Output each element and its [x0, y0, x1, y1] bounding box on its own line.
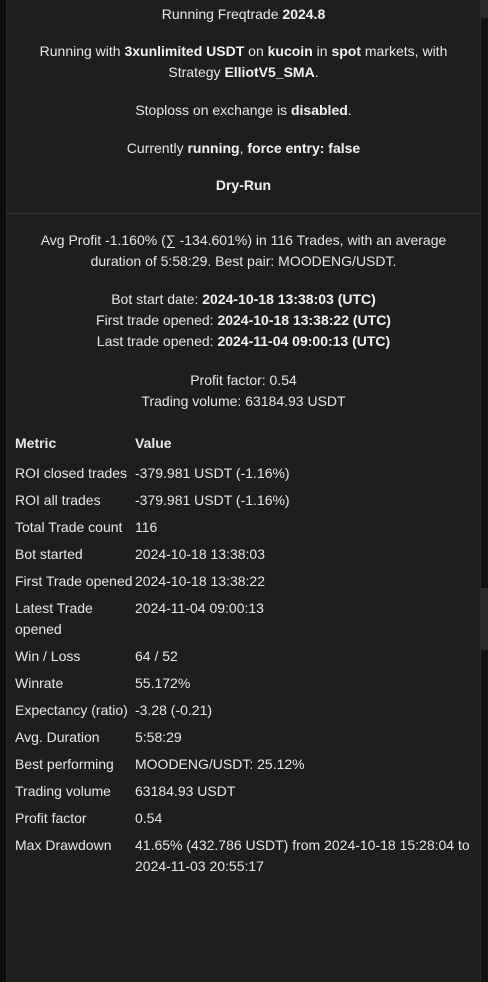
table-row: Max Drawdown 41.65% (432.786 USDT) from … [15, 832, 480, 880]
value-cell: 2024-10-18 13:38:03 [135, 546, 265, 562]
table-row: Profit factor 0.54 [15, 805, 480, 832]
scrollbar-track[interactable] [481, 0, 488, 982]
text-on: on [244, 43, 268, 59]
bot-start-date: Bot start date: 2024-10-18 13:38:03 (UTC… [7, 289, 480, 310]
exchange-value: kucoin [267, 43, 313, 59]
table-row: Latest Trade opened 2024-11-04 09:00:13 [15, 595, 480, 643]
table-row: Winrate 55.172% [15, 670, 480, 697]
value-cell: 2024-10-18 13:38:22 [135, 573, 265, 589]
metric-cell: ROI all trades [15, 492, 101, 508]
metrics-table: Metric Value ROI closed trades -379.981 … [15, 431, 480, 880]
scrollbar-segment [481, 0, 488, 18]
value-cell: 41.65% (432.786 USDT) from 2024-10-18 15… [135, 837, 470, 874]
metric-cell: Max Drawdown [15, 837, 112, 853]
column-header-value: Value [135, 435, 172, 451]
profit-factor-line: Profit factor: 0.54 [190, 372, 297, 388]
table-row: Avg. Duration 5:58:29 [15, 724, 480, 751]
bot-start-label: Bot start date: [111, 291, 203, 307]
metric-cell: Winrate [15, 675, 64, 691]
avg-profit-line-1: Avg Profit -1.160% (∑ -134.601%) in 116 … [40, 232, 447, 248]
value-cell: -379.981 USDT (-1.16%) [135, 465, 290, 481]
table-row: ROI closed trades -379.981 USDT (-1.16%) [15, 460, 480, 487]
dry-run-badge: Dry-Run [215, 177, 272, 193]
text-in: in [312, 43, 332, 59]
scrollbar-thumb[interactable] [481, 588, 488, 650]
strategy-suffix: . [314, 64, 319, 80]
stake-prefix: Running with [39, 43, 125, 59]
metric-cell: Total Trade count [15, 519, 123, 535]
running-prefix: Running Freqtrade [161, 6, 283, 22]
metric-cell: Win / Loss [15, 648, 81, 664]
state-line: Currently running, force entry: false [7, 138, 480, 159]
value-cell: 55.172% [135, 675, 191, 691]
avg-profit-line-2: duration of 5:58:29. Best pair: MOODENG/… [90, 253, 397, 269]
last-trade-value: 2024-11-04 09:00:13 (UTC) [217, 333, 391, 349]
table-row: Trading volume 63184.93 USDT [15, 778, 480, 805]
version-line: Running Freqtrade 2024.8 [7, 4, 480, 25]
value-cell: MOODENG/USDT: 25.12% [135, 756, 305, 772]
stoploss-prefix: Stoploss on exchange is [135, 102, 291, 118]
first-trade-value: 2024-10-18 13:38:22 (UTC) [217, 312, 391, 328]
stoploss-line: Stoploss on exchange is disabled. [7, 100, 480, 121]
column-header-metric: Metric [15, 435, 57, 451]
table-row: Total Trade count 116 [15, 514, 480, 541]
table-row: Expectancy (ratio) -3.28 (-0.21) [15, 697, 480, 724]
value-cell: 5:58:29 [135, 729, 182, 745]
metric-cell: Avg. Duration [15, 729, 100, 745]
first-trade-label: First trade opened: [96, 312, 218, 328]
stake-line: Running with 3xunlimited USDT on kucoin … [7, 41, 480, 62]
stoploss-suffix: . [347, 102, 352, 118]
metric-cell: Best performing [15, 756, 114, 772]
mode-line: Dry-Run [7, 175, 480, 196]
value-cell: -3.28 (-0.21) [135, 702, 213, 718]
value-cell: 64 / 52 [135, 648, 178, 664]
value-cell: -379.981 USDT (-1.16%) [135, 492, 290, 508]
market-value: spot [331, 43, 361, 59]
metric-cell: Trading volume [15, 783, 111, 799]
value-cell: 2024-11-04 09:00:13 [135, 600, 264, 616]
state-prefix: Currently [126, 140, 188, 156]
last-trade-label: Last trade opened: [96, 333, 218, 349]
value-cell: 63184.93 USDT [135, 783, 236, 799]
metric-cell: Profit factor [15, 810, 87, 826]
stoploss-value: disabled [290, 102, 348, 118]
table-row: ROI all trades -379.981 USDT (-1.16%) [15, 487, 480, 514]
bot-status-panel: Running Freqtrade 2024.8 Running with 3x… [6, 0, 481, 982]
table-row: First Trade opened 2024-10-18 13:38:22 [15, 568, 480, 595]
metric-cell: Bot started [15, 546, 83, 562]
force-entry-value: force entry: false [247, 140, 361, 156]
metric-cell: Expectancy (ratio) [15, 702, 128, 718]
divider [7, 213, 480, 214]
strategy-prefix: Strategy [168, 64, 225, 80]
bot-start-value: 2024-10-18 13:38:03 (UTC) [202, 291, 376, 307]
last-trade-opened: Last trade opened: 2024-11-04 09:00:13 (… [7, 331, 480, 352]
strategy-line: Strategy ElliotV5_SMA. [7, 62, 480, 83]
state-value: running [187, 140, 240, 156]
value-cell: 0.54 [135, 810, 163, 826]
table-row: Bot started 2024-10-18 13:38:03 [15, 541, 480, 568]
value-cell: 116 [135, 519, 158, 535]
trading-volume-line: Trading volume: 63184.93 USDT [141, 393, 346, 409]
metric-cell: Latest Trade opened [15, 600, 93, 637]
metric-cell: ROI closed trades [15, 465, 128, 481]
first-trade-opened: First trade opened: 2024-10-18 13:38:22 … [7, 310, 480, 331]
table-header-row: Metric Value [15, 431, 480, 460]
table-row: Win / Loss 64 / 52 [15, 643, 480, 670]
metric-cell: First Trade opened [15, 573, 133, 589]
text-markets: markets, with [361, 43, 448, 59]
table-row: Best performing MOODENG/USDT: 25.12% [15, 751, 480, 778]
stake-value: 3xunlimited USDT [124, 43, 245, 59]
version-value: 2024.8 [282, 6, 326, 22]
strategy-value: ElliotV5_SMA [224, 64, 315, 80]
